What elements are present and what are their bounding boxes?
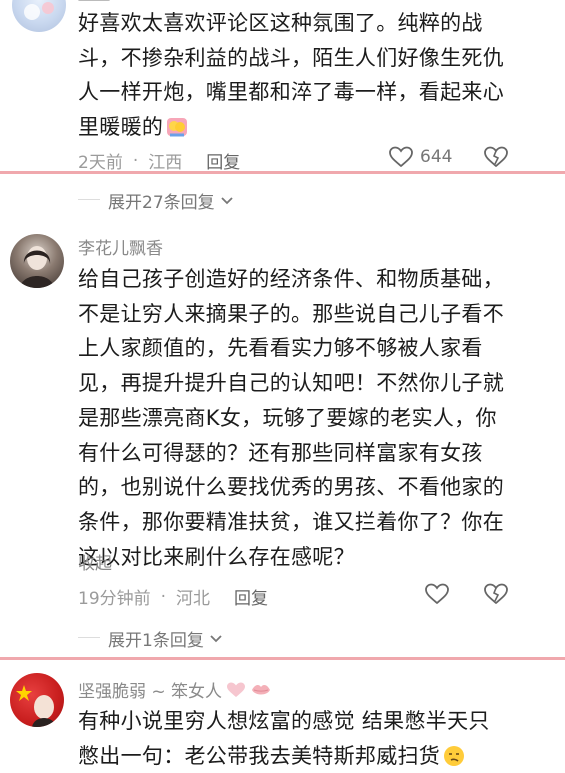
heart-icon (389, 146, 413, 168)
like-button[interactable]: 644 (388, 145, 452, 169)
comment-separator (0, 171, 565, 174)
like-button[interactable] (424, 582, 450, 606)
collapse-button[interactable]: 收起 (78, 549, 112, 574)
reply-button[interactable]: 回复 (234, 584, 268, 609)
comment-line: 是那些漂亮商K女，玩够了要嫁的老实人，你 (78, 405, 497, 430)
avatar-art-icon (20, 246, 54, 288)
chevron-down-icon (221, 196, 233, 204)
comment-line: 憋出一句：老公带我去美特斯邦威扫货 (78, 743, 441, 768)
avatar-commenter-3[interactable] (10, 673, 64, 727)
expand-replies-label: 展开1条回复 (108, 631, 204, 651)
comment-line: 上人家颜值的，先看看实力够不够被人家看 (78, 336, 483, 361)
comment-2-username[interactable]: 李花儿飘香 (78, 234, 163, 259)
username-partial (78, 0, 118, 4)
comment-line: 见，再提升提升自己的认知吧！不然你儿子就 (78, 371, 504, 396)
comment-1-meta: 2天前 · 江西 回复 (78, 148, 240, 174)
comment-3-text: 有种小说里穷人想炫富的感觉 结果憋半天只 憋出一句：老公带我去美特斯邦威扫货 (78, 704, 558, 773)
comment-time: 19分钟前 (78, 589, 151, 609)
comment-3-username[interactable]: 坚强脆弱 ~ 笨女人 (78, 677, 222, 702)
comment-line: 人一样开炮，嘴里都和淬了毒一样，看起来心 (78, 80, 504, 105)
lips-icon (250, 682, 272, 698)
avatar-commenter-1[interactable] (12, 0, 66, 32)
reply-button[interactable]: 回复 (206, 148, 240, 173)
comment-line: 这以对比来刷什么存在感呢？ (78, 544, 355, 569)
chevron-down-icon (210, 634, 222, 642)
meta-dot: · (160, 586, 167, 607)
comment-separator (0, 657, 565, 660)
comment-line: 里暖暖的 (78, 115, 164, 140)
heart-sparkle-icon (226, 681, 246, 699)
comment-line: 有什么可得瑟的？还有那些同样富家有女孩 (78, 440, 483, 465)
comment-location: 河北 (176, 589, 211, 609)
broken-heart-icon (484, 146, 508, 168)
avatar-commenter-2[interactable] (10, 234, 64, 288)
like-count: 644 (420, 147, 453, 167)
dislike-button[interactable] (482, 582, 510, 606)
comment-line: 条件，那你要精准扶贫，谁又拦着你了？你在 (78, 509, 504, 534)
blush-emoji-icon (165, 115, 189, 139)
comment-time: 2天前 (78, 153, 123, 173)
comment-3-username-row: 坚强脆弱 ~ 笨女人 (78, 677, 272, 702)
dislike-button[interactable] (482, 145, 510, 169)
comment-location: 江西 (148, 153, 183, 173)
comment-2-meta: 19分钟前 · 河北 回复 (78, 584, 268, 610)
avatar-art-icon (16, 685, 56, 727)
broken-heart-icon (484, 583, 508, 605)
expand-replies-button[interactable]: 展开27条回复 (108, 188, 235, 213)
expand-divider (78, 199, 100, 200)
comment-2-text: 给自己孩子创造好的经济条件、和物质基础， 不是让穷人来摘果子的。那些说自己儿子看… (78, 262, 558, 574)
heart-icon (425, 583, 449, 605)
comment-line: 好喜欢太喜欢评论区这种氛围了。纯粹的战 (78, 11, 483, 35)
comment-line: 不是让穷人来摘果子的。那些说自己儿子看不 (78, 301, 504, 326)
comment-line: 有种小说里穷人想炫富的感觉 结果憋半天只 (78, 709, 490, 733)
comment-line: 斗，不掺杂利益的战斗，陌生人们好像生死仇 (78, 45, 504, 70)
avatar-art-icon (24, 2, 54, 20)
expand-divider (78, 637, 100, 638)
expand-replies-label: 展开27条回复 (108, 193, 215, 213)
meta-dot: · (132, 150, 139, 171)
comment-1-text: 好喜欢太喜欢评论区这种氛围了。纯粹的战 斗，不掺杂利益的战斗，陌生人们好像生死仇… (78, 6, 558, 145)
comment-line: 的，也别说什么要找优秀的男孩、不看他家的 (78, 475, 504, 500)
expand-replies-button[interactable]: 展开1条回复 (108, 626, 224, 651)
smirk-emoji-icon (442, 744, 466, 768)
comment-line: 给自己孩子创造好的经济条件、和物质基础， (78, 267, 504, 291)
